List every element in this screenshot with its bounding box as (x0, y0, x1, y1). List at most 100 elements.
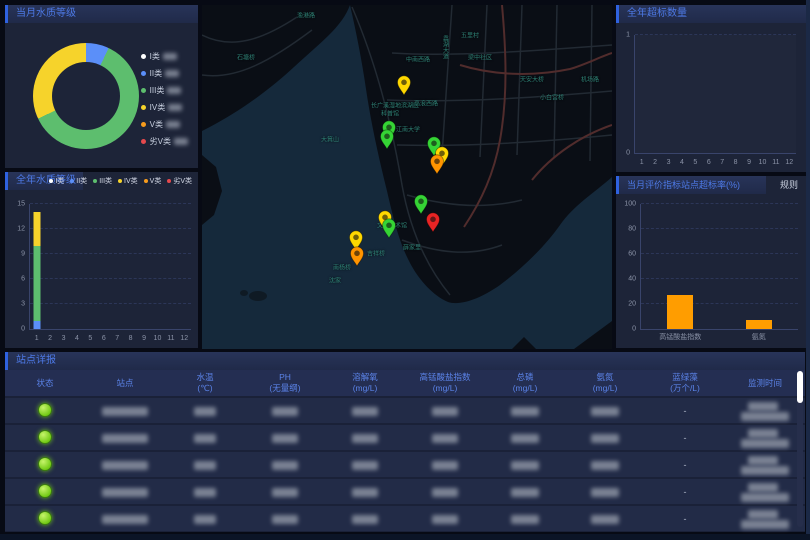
redacted-value (102, 488, 148, 497)
bottom-edge-strip (0, 534, 810, 540)
column-header[interactable]: PH(无量纲) (245, 372, 325, 393)
y-axis-tick: 3 (21, 301, 25, 308)
algae-cell: - (645, 514, 725, 524)
time-cell (725, 508, 805, 528)
legend-dot-icon (141, 139, 146, 144)
gridline (30, 278, 191, 279)
redacted-date (748, 402, 778, 411)
rules-link[interactable]: 规则 (780, 176, 798, 194)
redacted-value (352, 434, 378, 443)
legend-item[interactable]: IV类 (141, 102, 188, 113)
legend-item[interactable]: IV类 (118, 176, 138, 186)
year-exceed-chart[interactable]: 01123456789101112 (634, 35, 796, 154)
year-grade-chart[interactable]: 03691215123456789101112 (29, 204, 191, 330)
column-header[interactable]: 高锰酸盐指数(mg/L) (405, 372, 485, 393)
column-name: 总磷 (485, 372, 565, 383)
column-header[interactable]: 氨氮(mg/L) (565, 372, 645, 393)
redacted-value (352, 488, 378, 497)
redacted-value (194, 434, 216, 443)
right-edge-strip (806, 0, 810, 540)
legend-label: V类 (150, 119, 163, 130)
redacted-value-cell (405, 432, 485, 442)
bar[interactable] (746, 320, 772, 329)
x-axis-tick: 4 (680, 159, 684, 166)
legend-item[interactable]: II类 (70, 176, 87, 186)
column-header[interactable]: 状态 (5, 378, 85, 389)
redacted-time (741, 439, 789, 448)
column-header[interactable]: 水温(℃) (165, 372, 245, 393)
algae-cell: - (645, 460, 725, 470)
redacted-value-cell (485, 432, 565, 442)
redacted-value (272, 434, 298, 443)
column-name: 高锰酸盐指数 (405, 372, 485, 383)
redacted-value-cell (165, 405, 245, 415)
map-station-pin-icon[interactable] (425, 211, 441, 233)
x-axis-tick: 5 (693, 159, 697, 166)
table-row[interactable]: - (5, 479, 805, 504)
table-title: 站点详报 (5, 352, 805, 370)
scrollbar-thumb[interactable] (797, 371, 803, 403)
map-place-label: 高浪西路 (414, 99, 438, 108)
map-place-label: 薛家里 (403, 243, 421, 252)
status-cell (5, 403, 85, 419)
dashboard: 当月水质等级 I类II类III类IV类V类劣V类 全年水质等级 I类II类III… (0, 0, 810, 540)
status-ok-icon (38, 430, 52, 444)
legend-label: II类 (150, 68, 162, 79)
table-row[interactable]: - (5, 398, 805, 423)
legend-label: IV类 (150, 102, 166, 113)
legend-item[interactable]: V类 (141, 119, 188, 130)
y-axis-tick: 100 (624, 201, 636, 208)
legend-item[interactable]: I类 (49, 176, 64, 186)
legend-item[interactable]: II类 (141, 68, 188, 79)
time-cell (725, 454, 805, 474)
map-station-pin-icon[interactable] (429, 153, 445, 175)
column-header[interactable]: 监测时间 (725, 378, 805, 389)
legend-item[interactable]: I类 (141, 51, 188, 62)
table-row[interactable]: - (5, 452, 805, 477)
legend-item[interactable]: III类 (141, 85, 188, 96)
bar[interactable] (667, 295, 693, 329)
status-cell (5, 430, 85, 446)
legend-value-redacted (174, 138, 188, 145)
redacted-value (194, 488, 216, 497)
status-cell (5, 511, 85, 527)
legend-item[interactable]: 劣V类 (141, 136, 188, 147)
station-map[interactable]: 渔港路石塘桥五里村蠡湖大道中南西路梁中社区天安大桥机场路小白宫桥滨湖区高浪西路长… (202, 5, 612, 349)
redacted-value (272, 515, 298, 524)
column-header[interactable]: 站点 (85, 378, 165, 389)
bar-segment (33, 246, 40, 321)
redacted-value (102, 407, 148, 416)
donut-legend: I类 II类 III类 IV类 V类劣V类 (141, 51, 188, 147)
exceed-rate-chart[interactable]: 020406080100高锰酸盐指数氨氮 (640, 204, 798, 330)
gridline (30, 203, 191, 204)
map-station-pin-icon[interactable] (381, 217, 397, 239)
redacted-value (511, 407, 539, 416)
water-grade-donut-chart[interactable] (33, 43, 139, 149)
map-station-pin-icon[interactable] (349, 245, 365, 267)
legend-value-redacted (167, 87, 181, 94)
legend-value-redacted (168, 104, 182, 111)
redacted-time (741, 466, 789, 475)
legend-dot-icon (144, 179, 148, 183)
map-station-pin-icon[interactable] (379, 128, 395, 150)
gridline (641, 253, 798, 254)
stacked-bar[interactable] (33, 204, 40, 329)
panel-title: 当月评价指标站点超标率(%) (616, 176, 766, 194)
column-header[interactable]: 溶解氧(mg/L) (325, 372, 405, 393)
table-row[interactable]: - (5, 506, 805, 531)
x-axis-tick: 4 (75, 335, 79, 342)
redacted-value-cell (165, 486, 245, 496)
x-axis-tick: 5 (88, 335, 92, 342)
table-scrollbar[interactable] (797, 371, 803, 527)
map-station-pin-icon[interactable] (396, 74, 412, 96)
column-header[interactable]: 蓝绿藻(万个/L) (645, 372, 725, 393)
y-axis-tick: 0 (626, 150, 630, 157)
gridline (641, 228, 798, 229)
redacted-value-cell (565, 432, 645, 442)
redacted-value (194, 461, 216, 470)
legend-item[interactable]: III类 (93, 176, 112, 186)
table-row[interactable]: - (5, 425, 805, 450)
column-header[interactable]: 总磷(mg/L) (485, 372, 565, 393)
legend-item[interactable]: V类 (144, 176, 162, 186)
legend-item[interactable]: 劣V类 (167, 176, 192, 186)
